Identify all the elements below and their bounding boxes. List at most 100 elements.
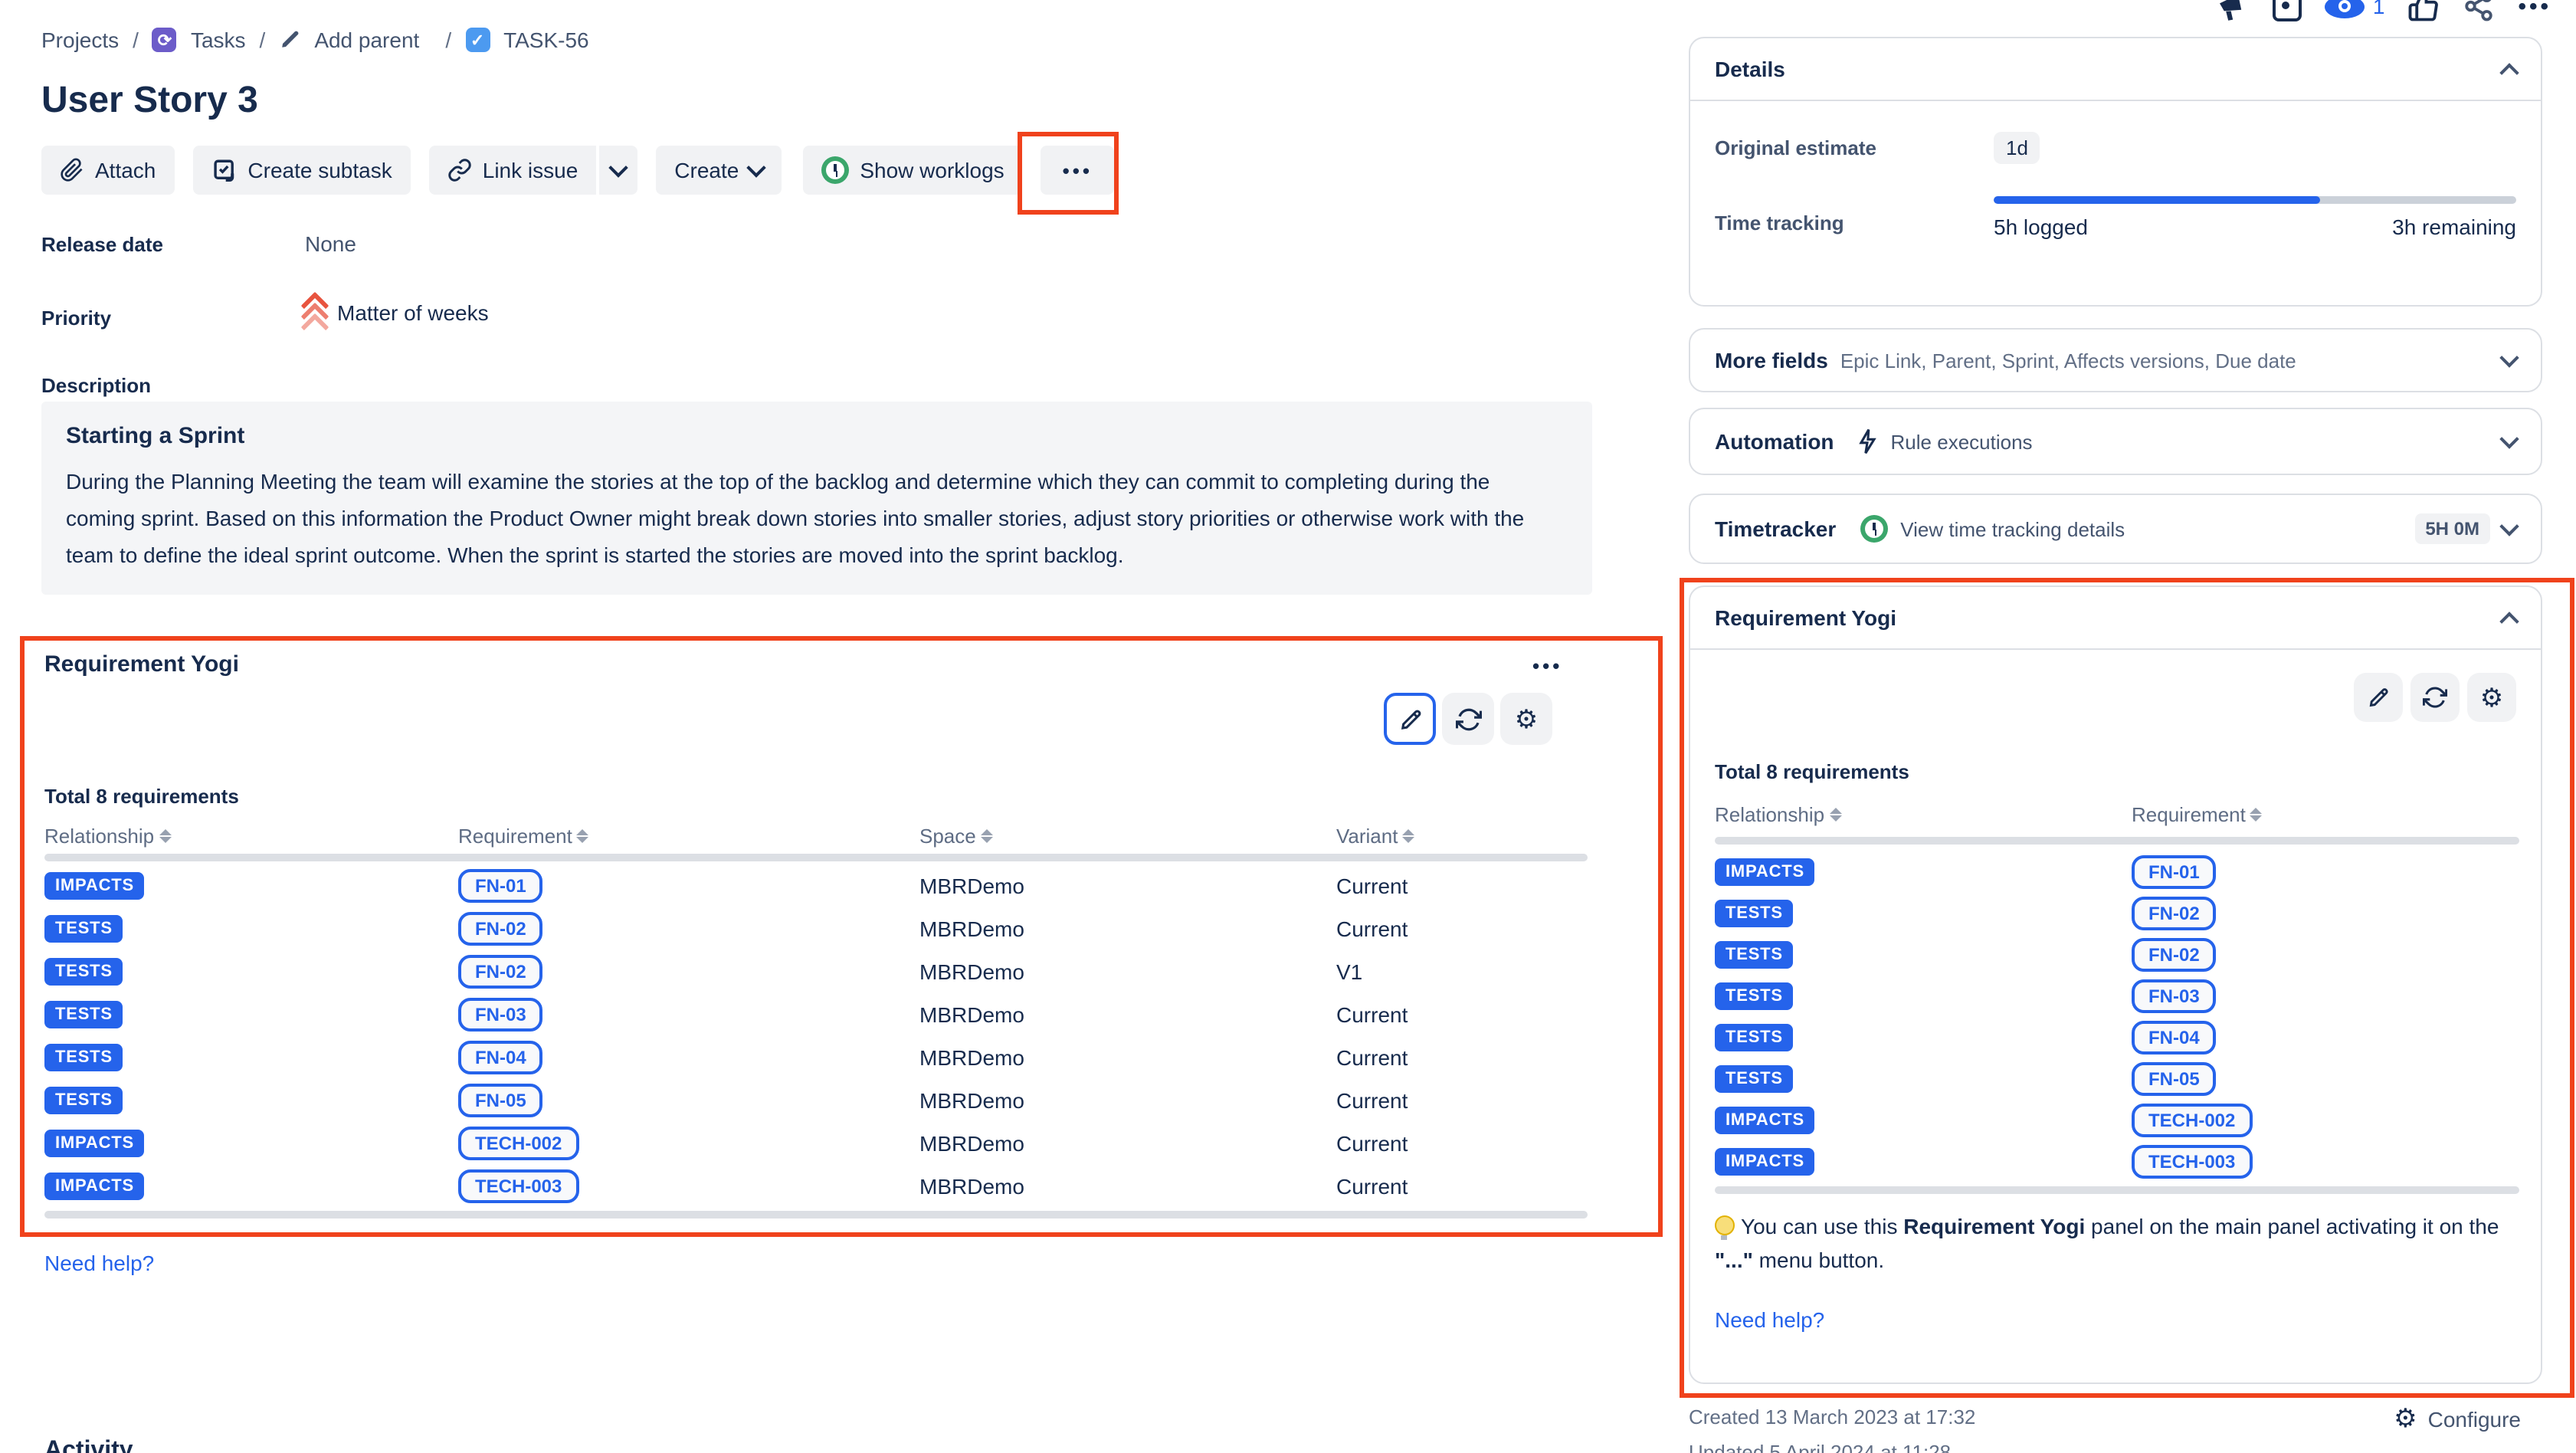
requirement-pill[interactable]: FN-02 <box>2132 937 2217 971</box>
requirement-pill[interactable]: TECH-002 <box>2132 1103 2252 1136</box>
requirement-pill[interactable]: FN-04 <box>2132 1020 2217 1054</box>
original-estimate-label: Original estimate <box>1715 136 1994 159</box>
breadcrumb: Projects / ⟳ Tasks / Add parent / ✓ TASK… <box>41 28 589 52</box>
lightning-bolt-icon <box>1856 428 1879 455</box>
breadcrumb-projects[interactable]: Projects <box>41 28 119 52</box>
sort-icon[interactable] <box>981 829 993 843</box>
requirement-pill[interactable]: FN-03 <box>2132 979 2217 1012</box>
time-tracking-field[interactable]: 5h logged 3h remaining <box>1994 196 2516 239</box>
breadcrumb-tasks[interactable]: Tasks <box>191 28 246 52</box>
jira-issue-view: 1 ••• Projects / ⟳ Tasks / Add parent / … <box>0 0 2576 1453</box>
ry-left-more-button[interactable]: ••• <box>1532 654 1562 677</box>
show-worklogs-button[interactable]: Show worklogs <box>803 146 1022 195</box>
description-subheading: Starting a Sprint <box>66 423 1568 449</box>
timetracker-card[interactable]: Timetracker View time tracking details 5… <box>1689 494 2542 564</box>
ry-tip: You can use this Requirement Yogi panel … <box>1715 1209 2518 1277</box>
space-cell: MBRDemo <box>919 1002 1024 1027</box>
time-progress-bar <box>1994 196 2516 204</box>
timetracker-title: Timetracker <box>1715 517 1836 541</box>
updated-date: Updated 5 April 2024 at 11:28 <box>1689 1441 2542 1453</box>
requirement-pill[interactable]: FN-05 <box>2132 1061 2217 1095</box>
requirement-pill[interactable]: FN-04 <box>458 1041 543 1074</box>
sort-icon[interactable] <box>1829 808 1841 822</box>
table-scrollbar-top[interactable] <box>44 854 1588 861</box>
priority-label: Priority <box>41 307 111 330</box>
relationship-badge: TESTS <box>1715 1064 1794 1092</box>
ry-right-table-body: IMPACTSFN-01 TESTSFN-02 TESTSFN-02 TESTS… <box>1715 851 2519 1182</box>
relationship-badge: TESTS <box>1715 899 1794 927</box>
ry-settings-button[interactable]: ⚙ <box>2467 673 2516 722</box>
need-help-link[interactable]: Need help? <box>44 1251 154 1275</box>
requirement-pill[interactable]: FN-02 <box>458 955 543 989</box>
feedback-megaphone-icon[interactable] <box>2217 0 2250 25</box>
table-scrollbar-bottom[interactable] <box>44 1211 1588 1218</box>
link-issue-dropdown[interactable] <box>599 146 637 195</box>
priority-value-field[interactable]: Matter of weeks <box>305 296 489 328</box>
table-row: IMPACTSFN-01MBRDemoCurrent <box>44 864 1588 907</box>
time-remaining: 3h remaining <box>2392 215 2516 239</box>
create-subtask-button[interactable]: Create subtask <box>192 146 410 195</box>
ry-right-total: Total 8 requirements <box>1715 760 1909 783</box>
sort-icon[interactable] <box>159 829 171 843</box>
ry-refresh-button[interactable] <box>1442 693 1494 745</box>
requirement-pill[interactable]: FN-03 <box>458 998 543 1032</box>
column-header-relationship: Relationship <box>44 825 171 848</box>
details-header[interactable]: Details <box>1690 38 2541 101</box>
relationship-badge: TESTS <box>44 915 123 943</box>
tasks-sync-icon[interactable]: ⟳ <box>152 28 177 52</box>
link-issue-button[interactable]: Link issue <box>429 146 597 195</box>
issue-title[interactable]: User Story 3 <box>41 80 258 123</box>
requirement-pill[interactable]: FN-01 <box>2132 854 2217 888</box>
requirement-pill[interactable]: FN-02 <box>458 912 543 946</box>
table-scrollbar-bottom[interactable] <box>1715 1186 2519 1194</box>
automation-summary: Rule executions <box>1891 430 2033 453</box>
need-help-link[interactable]: Need help? <box>1715 1307 1824 1332</box>
sort-icon[interactable] <box>2250 808 2263 822</box>
original-estimate-value[interactable]: 1d <box>1994 132 2040 164</box>
timetracker-badge: 5H 0M <box>2414 513 2490 544</box>
description-body[interactable]: Starting a Sprint During the Planning Me… <box>41 402 1592 595</box>
variant-cell: Current <box>1336 1174 1408 1199</box>
automation-card[interactable]: Automation Rule executions <box>1689 408 2542 475</box>
requirement-pill[interactable]: FN-02 <box>2132 896 2217 930</box>
table-scrollbar-top[interactable] <box>1715 837 2519 845</box>
more-fields-title: More fields <box>1715 348 1828 372</box>
sort-icon[interactable] <box>1402 829 1414 843</box>
time-progress-fill <box>1994 196 2320 204</box>
ry-right-header[interactable]: Requirement Yogi <box>1690 587 2541 650</box>
gear-icon: ⚙ <box>1515 706 1539 732</box>
variant-cell: Current <box>1336 874 1408 898</box>
focus-box-icon[interactable] <box>2273 0 2302 21</box>
breadcrumb-task-id[interactable]: TASK-56 <box>503 28 589 52</box>
sort-icon[interactable] <box>577 829 589 843</box>
requirement-pill[interactable]: FN-01 <box>458 869 543 903</box>
more-fields-card[interactable]: More fields Epic Link, Parent, Sprint, A… <box>1689 328 2542 392</box>
relationship-badge: TESTS <box>1715 1023 1794 1051</box>
configure-button[interactable]: ⚙ Configure <box>2394 1405 2521 1432</box>
table-row: TESTSFN-03 <box>1715 975 2519 1016</box>
watchers[interactable]: 1 <box>2325 0 2385 18</box>
ry-settings-button[interactable]: ⚙ <box>1500 693 1552 745</box>
ry-refresh-button[interactable] <box>2410 673 2460 722</box>
header-more-icon[interactable]: ••• <box>2518 0 2551 19</box>
requirement-pill[interactable]: TECH-003 <box>2132 1144 2252 1178</box>
requirement-pill[interactable]: TECH-003 <box>458 1169 578 1203</box>
release-date-value[interactable]: None <box>305 231 356 256</box>
attach-button[interactable]: Attach <box>41 146 174 195</box>
relationship-badge: TESTS <box>44 1087 123 1114</box>
vote-thumbsup-icon[interactable] <box>2407 0 2440 23</box>
paperclip-icon <box>60 158 84 182</box>
lightbulb-icon <box>1715 1215 1735 1235</box>
space-cell: MBRDemo <box>919 874 1024 898</box>
share-icon[interactable] <box>2463 0 2495 23</box>
ry-edit-button[interactable] <box>1384 693 1436 745</box>
requirement-pill[interactable]: TECH-002 <box>458 1127 578 1160</box>
requirement-pill[interactable]: FN-05 <box>458 1084 543 1117</box>
ry-edit-button[interactable] <box>2354 673 2403 722</box>
relationship-badge: TESTS <box>44 1001 123 1028</box>
breadcrumb-add-parent[interactable]: Add parent <box>314 28 419 52</box>
create-button[interactable]: Create <box>656 146 782 195</box>
refresh-icon <box>1455 706 1481 732</box>
release-date-label: Release date <box>41 233 163 256</box>
toolbar-more-button[interactable]: ••• <box>1041 146 1114 195</box>
